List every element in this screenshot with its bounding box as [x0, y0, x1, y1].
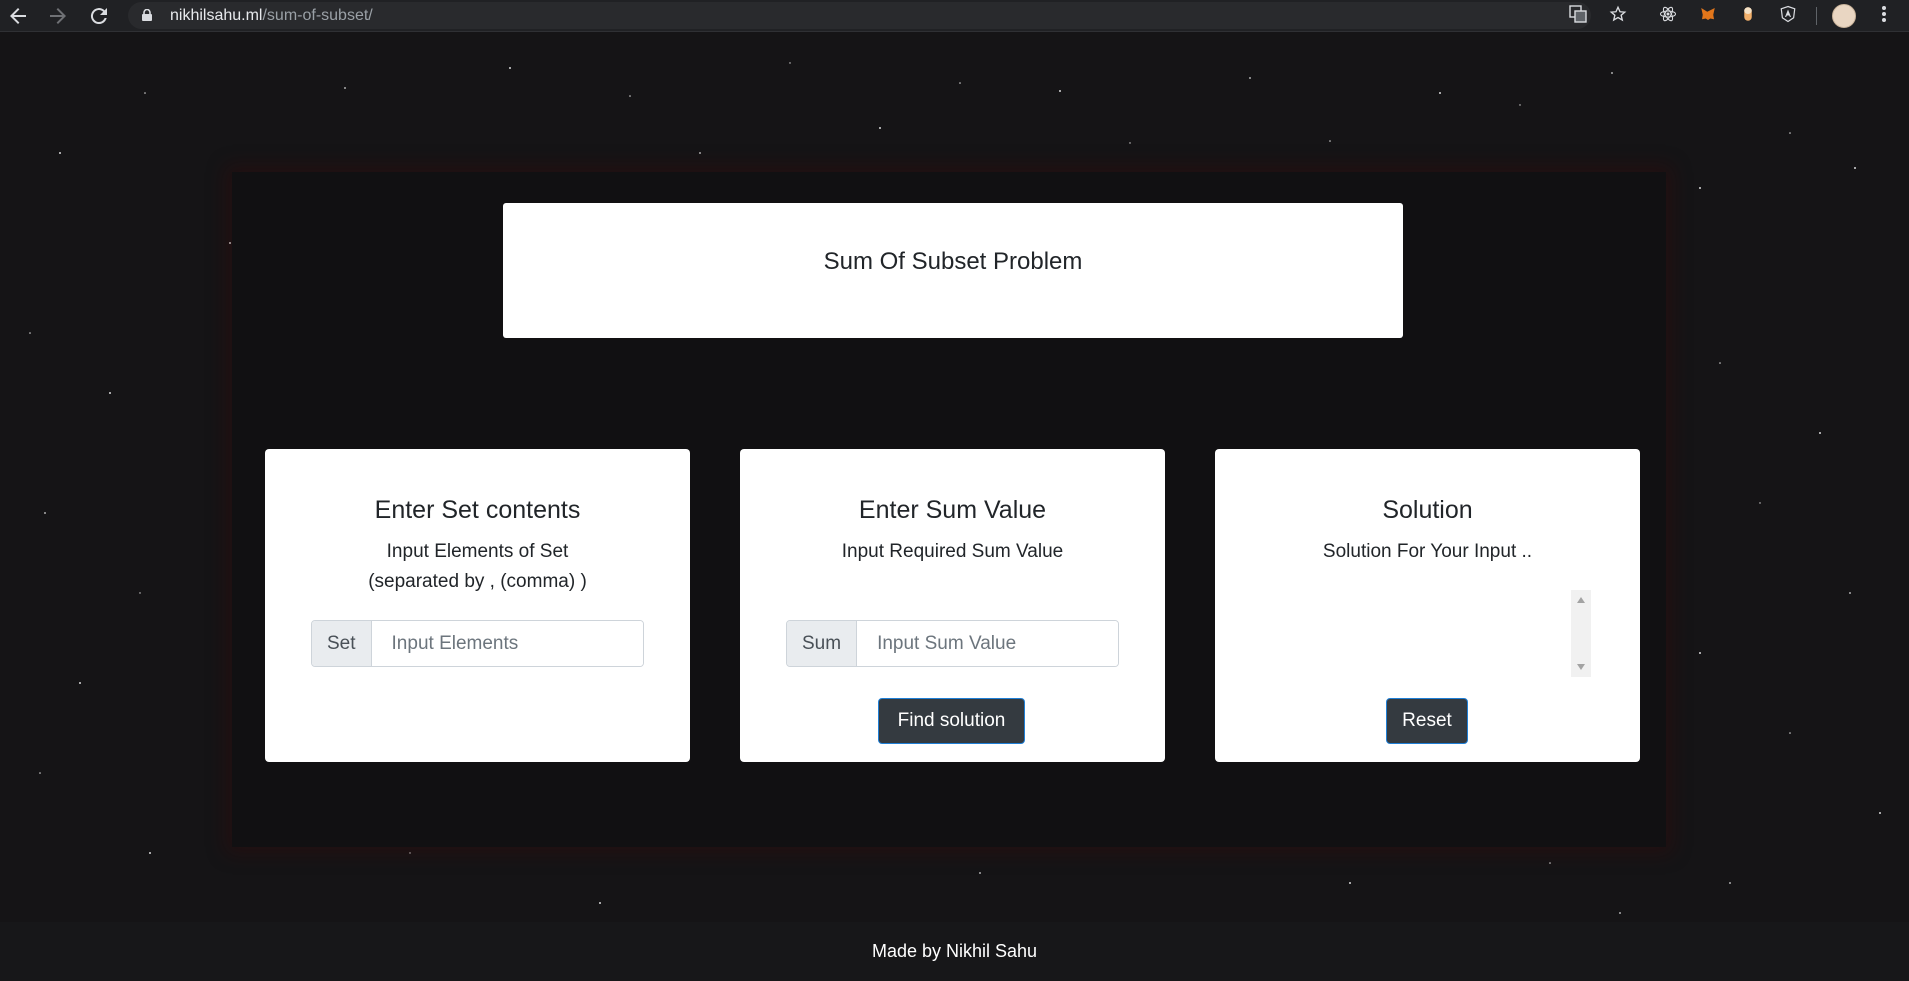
footer-credit: Made by Nikhil Sahu	[871, 941, 1038, 961]
url-text: nikhilsahu.ml/sum-of-subset/	[170, 6, 373, 25]
set-card: Enter Set contents Input Elements of Set…	[265, 449, 690, 762]
solution-card-description: Solution For Your Input ..	[1322, 541, 1533, 562]
set-card-description: Input Elements of Set (separated by , (c…	[265, 537, 690, 597]
solution-card-heading: Solution	[1382, 496, 1473, 524]
solution-scrollbar[interactable]	[1571, 590, 1591, 677]
scroll-up-arrow-icon[interactable]	[1577, 597, 1585, 603]
url-host: nikhilsahu.ml	[170, 7, 263, 24]
solution-output[interactable]	[1261, 590, 1589, 677]
find-solution-button[interactable]: Find solution	[878, 698, 1025, 744]
sum-card: Enter Sum Value Input Required Sum Value…	[740, 449, 1165, 762]
sum-value-input[interactable]	[857, 621, 1118, 666]
url-path: /sum-of-subset/	[262, 7, 373, 24]
sum-addon-label: Sum	[787, 621, 858, 666]
sum-card-heading: Enter Sum Value	[858, 496, 1047, 524]
translate-icon[interactable]	[1567, 5, 1589, 27]
set-elements-input[interactable]	[371, 621, 643, 666]
star-icon[interactable]	[1607, 5, 1629, 27]
browser-toolbar: nikhilsahu.ml/sum-of-subset/	[0, 0, 1909, 32]
footer: Made by Nikhil Sahu	[0, 922, 1909, 981]
address-bar[interactable]: nikhilsahu.ml/sum-of-subset/	[128, 2, 1591, 29]
reset-button[interactable]: Reset	[1386, 698, 1468, 744]
reload-icon[interactable]	[87, 4, 111, 28]
title-card: Sum Of Subset Problem	[503, 203, 1403, 338]
sum-card-description: Input Required Sum Value	[841, 541, 1064, 562]
sum-input-group: Sum	[786, 620, 1119, 667]
forward-arrow-icon[interactable]	[46, 4, 70, 28]
scroll-down-arrow-icon[interactable]	[1577, 664, 1585, 670]
set-card-desc-line2: (separated by , (comma) )	[368, 571, 587, 592]
back-arrow-icon[interactable]	[6, 4, 30, 28]
profile-avatar[interactable]	[1832, 4, 1856, 28]
toolbar-divider	[1816, 7, 1817, 25]
metamask-icon[interactable]	[1697, 5, 1719, 27]
page-title: Sum Of Subset Problem	[823, 248, 1083, 275]
set-card-desc-line1: Input Elements of Set	[386, 541, 569, 562]
extension-icon[interactable]	[1737, 5, 1759, 27]
menu-icon[interactable]	[1873, 5, 1895, 27]
set-input-group: Set	[311, 620, 644, 667]
set-card-heading: Enter Set contents	[374, 496, 581, 524]
set-addon-label: Set	[312, 621, 372, 666]
react-devtools-icon[interactable]	[1657, 5, 1679, 27]
lock-icon	[142, 9, 152, 21]
angular-icon[interactable]	[1777, 5, 1799, 27]
